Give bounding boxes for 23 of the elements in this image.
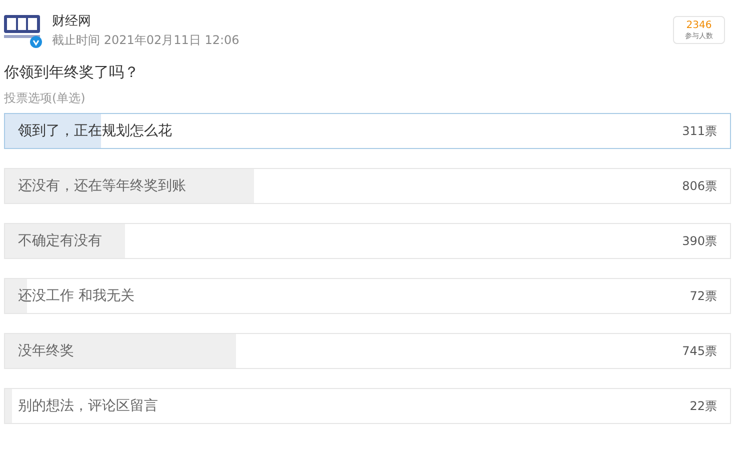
option-text: 领到了，正在规划怎么花 bbox=[18, 122, 172, 140]
options-label: 投票选项(单选) bbox=[4, 90, 86, 107]
vote-count: 72票 bbox=[690, 288, 717, 304]
vote-count: 806票 bbox=[682, 178, 717, 194]
poll-option[interactable]: 没年终奖 745票 bbox=[4, 333, 731, 369]
option-text: 不确定有没有 bbox=[18, 232, 102, 250]
poll-option[interactable]: 别的想法，评论区留言 22票 bbox=[4, 388, 731, 424]
poll-option[interactable]: 还没有，还在等年终奖到账 806票 bbox=[4, 168, 731, 204]
option-text: 还没有，还在等年终奖到账 bbox=[18, 177, 186, 195]
option-text: 还没工作 和我无关 bbox=[18, 287, 134, 305]
vote-count: 390票 bbox=[682, 232, 717, 250]
participant-count: 2346 bbox=[686, 20, 712, 30]
deadline-text: 截止时间 2021年02月11日 12:06 bbox=[52, 32, 240, 49]
vote-count: 311票 bbox=[682, 122, 717, 140]
account-name[interactable]: 财经网 bbox=[52, 12, 673, 30]
poll-question: 你领到年终奖了吗？ bbox=[4, 63, 140, 82]
poll-option[interactable]: 还没工作 和我无关 72票 bbox=[4, 278, 731, 314]
poll-option[interactable]: 领到了，正在规划怎么花 311票 bbox=[4, 113, 731, 149]
option-text: 别的想法，评论区留言 bbox=[18, 397, 158, 415]
vote-count: 745票 bbox=[682, 342, 717, 360]
option-text: 没年终奖 bbox=[18, 342, 74, 360]
poll-option[interactable]: 不确定有没有 390票 bbox=[4, 223, 731, 259]
vote-count: 22票 bbox=[690, 398, 717, 414]
